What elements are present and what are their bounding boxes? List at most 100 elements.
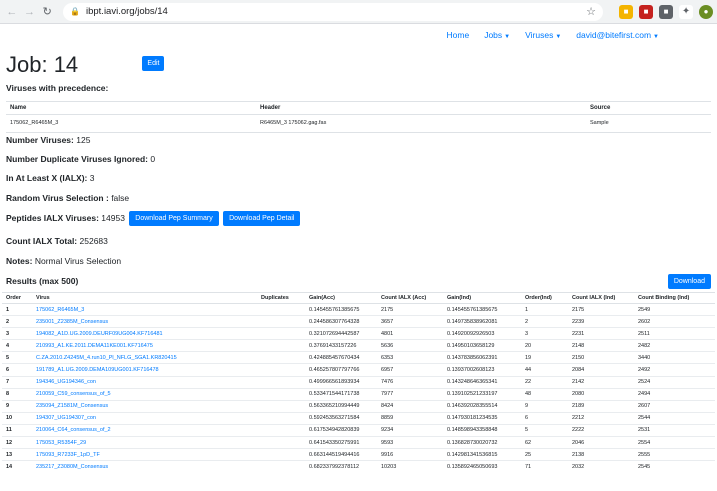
virus-link[interactable]: 210059_C59_consensus_of_5 xyxy=(32,387,257,401)
back-arrow-icon[interactable]: ← xyxy=(4,4,20,20)
order-ind-cell: 62 xyxy=(521,436,568,449)
forward-arrow-icon[interactable]: → xyxy=(22,4,38,20)
virus-link[interactable]: 175062_R6465M_3 xyxy=(32,302,257,316)
duplicates-cell xyxy=(257,399,305,413)
gain-ind-cell: 0.146392028355514 xyxy=(443,399,521,413)
download-pep-detail-button[interactable]: Download Pep Detail xyxy=(223,211,301,226)
profile-avatar[interactable]: ● xyxy=(699,4,714,19)
lock-icon: 🔒 xyxy=(70,7,80,16)
column-header: Count Binding (Ind) xyxy=(634,292,715,304)
virus-link[interactable]: 210993_A1.KE.2011.DEMA11KE001.KF716475 xyxy=(32,339,257,352)
nav-jobs-dropdown[interactable]: Jobs ▼ xyxy=(484,30,510,40)
duplicates-cell xyxy=(257,387,305,401)
table-row: 14 235217_Z3080M_Consensus 0.6823379923781… xyxy=(2,460,715,473)
count-acc-cell: 7476 xyxy=(377,375,443,389)
table-row: 8 210059_C59_consensus_of_5 0.533471544171… xyxy=(2,387,715,401)
virus-link[interactable]: 235094_Z1581M_Consensus xyxy=(32,399,257,413)
order-ind-cell: 25 xyxy=(521,448,568,461)
nav-viruses-dropdown[interactable]: Viruses ▼ xyxy=(525,30,561,40)
browser-toolbar: ← → ↻ 🔒 ibpt.iavi.org/jobs/14 ☆ ■ ■ ■ ✦ … xyxy=(0,0,717,24)
duplicates-cell xyxy=(257,363,305,377)
gain-ind-cell: 0.13937002608123 xyxy=(443,363,521,377)
virus-link[interactable]: 191789_A1.UG.2009.DEMA109UG001.KF716478 xyxy=(32,363,257,377)
caret-down-icon: ▼ xyxy=(555,34,562,40)
count-ind-cell: 2084 xyxy=(568,363,634,377)
gain-acc-cell: 0.37691433157226 xyxy=(305,339,377,352)
order-ind-cell: 2 xyxy=(521,315,568,328)
top-navbar: Home Jobs ▼ Viruses ▼ david@bitefirst.com ▼ xyxy=(447,30,659,40)
order-ind-cell: 9 xyxy=(521,399,568,413)
count-acc-cell: 9234 xyxy=(377,423,443,437)
stat-value: 3 xyxy=(89,173,95,183)
page-content: Job: 14 Edit Viruses with precedence: Na… xyxy=(6,52,711,133)
results-title: Results (max 500) xyxy=(6,276,78,286)
table-row: 5 C.ZA.2010.Z4245M_4.run10_Pl_NFLG_SGA1.K… xyxy=(2,351,715,364)
download-button[interactable]: Download xyxy=(667,274,711,289)
count-binding-cell: 2544 xyxy=(634,411,715,425)
gain-ind-cell: 0.135892465050693 xyxy=(443,460,521,473)
table-row: 7 194346_UG194346_con 0.499966561893934 747… xyxy=(2,375,715,389)
order-cell: 13 xyxy=(2,448,32,461)
virus-link[interactable]: 194082_A1D.UG.2009.DEURF09UG004.KF716481 xyxy=(32,327,257,340)
gain-acc-cell: 0.321072694442587 xyxy=(305,327,377,340)
address-bar[interactable]: 🔒 ibpt.iavi.org/jobs/14 ☆ xyxy=(63,2,604,21)
virus-link[interactable]: 235217_Z3080M_Consensus xyxy=(32,460,257,473)
order-cell: 7 xyxy=(2,375,32,389)
virus-link[interactable]: 175053_R5354F_29 xyxy=(32,436,257,449)
pdf-extension-icon[interactable]: ■ xyxy=(639,4,654,19)
gain-ind-cell: 0.14920092926503 xyxy=(443,327,521,340)
count-binding-cell: 2482 xyxy=(634,339,715,352)
count-binding-cell: 2531 xyxy=(634,423,715,437)
duplicates-cell xyxy=(257,460,305,473)
gain-acc-cell: 0.424885457670434 xyxy=(305,351,377,364)
virus-link[interactable]: 175093_R7233F_1pD_TF xyxy=(32,448,257,461)
order-cell: 2 xyxy=(2,315,32,328)
gain-acc-cell: 0.641543350275991 xyxy=(305,436,377,449)
duplicates-cell xyxy=(257,302,305,316)
nav-user-label: david@bitefirst.com xyxy=(576,30,652,40)
virus-link[interactable]: 194346_UG194346_con xyxy=(32,375,257,389)
duplicates-cell xyxy=(257,411,305,425)
gain-ind-cell: 0.142981341536815 xyxy=(443,448,521,461)
order-ind-cell: 20 xyxy=(521,339,568,352)
nav-user-dropdown[interactable]: david@bitefirst.com ▼ xyxy=(576,30,659,40)
gain-acc-cell: 0.145455761385675 xyxy=(305,302,377,316)
count-ind-cell: 2212 xyxy=(568,411,634,425)
duplicates-cell xyxy=(257,339,305,352)
virus-link[interactable]: 210064_C64_consensus_of_2 xyxy=(32,423,257,437)
virus-link[interactable]: C.ZA.2010.Z4245M_4.run10_Pl_NFLG_SGA1.KR… xyxy=(32,351,257,364)
column-header: Virus xyxy=(32,292,257,304)
stat-number-viruses: Number Viruses: 125 xyxy=(6,135,90,145)
order-cell: 6 xyxy=(2,363,32,377)
extension-icon[interactable]: ■ xyxy=(619,4,634,19)
gain-ind-cell: 0.136828730020732 xyxy=(443,436,521,449)
count-acc-cell: 10203 xyxy=(377,460,443,473)
count-acc-cell: 6957 xyxy=(377,363,443,377)
stat-value: false xyxy=(111,193,130,203)
results-body: 1 175062_R6465M_3 0.145455761385675 2175 0.1… xyxy=(2,302,715,473)
virus-link[interactable]: 235001_Z2385M_Consensus xyxy=(32,315,257,328)
table-cell: Sample xyxy=(586,114,711,133)
bookmark-star-icon[interactable]: ☆ xyxy=(586,5,596,18)
stat-value: 14953 xyxy=(101,212,125,223)
count-ind-cell: 2150 xyxy=(568,351,634,364)
table-row: 1 175062_R6465M_3 0.145455761385675 2175 0.1… xyxy=(2,302,715,316)
puzzle-extensions-icon[interactable]: ✦ xyxy=(679,4,694,19)
download-pep-summary-button[interactable]: Download Pep Summary xyxy=(129,211,219,226)
stat-label: Peptides IALX Viruses: xyxy=(6,212,99,223)
table-row: 6 191789_A1.UG.2009.DEMA109UG001.KF716478… xyxy=(2,363,715,377)
column-header: Name xyxy=(6,101,256,115)
order-ind-cell: 71 xyxy=(521,460,568,473)
stat-random-selection: Random Virus Selection : false xyxy=(6,193,129,203)
stat-label: Notes: xyxy=(6,256,33,266)
edit-button[interactable]: Edit xyxy=(142,55,165,71)
duplicates-cell xyxy=(257,436,305,449)
virus-link[interactable]: 194307_UG194307_con xyxy=(32,411,257,425)
reload-icon[interactable]: ↻ xyxy=(39,4,55,20)
extension-icon[interactable]: ■ xyxy=(659,4,674,19)
order-cell: 5 xyxy=(2,351,32,364)
gain-ind-cell: 0.145455761385675 xyxy=(443,302,521,316)
order-cell: 10 xyxy=(2,411,32,425)
stat-value: 252683 xyxy=(79,236,108,246)
nav-home[interactable]: Home xyxy=(447,30,470,40)
